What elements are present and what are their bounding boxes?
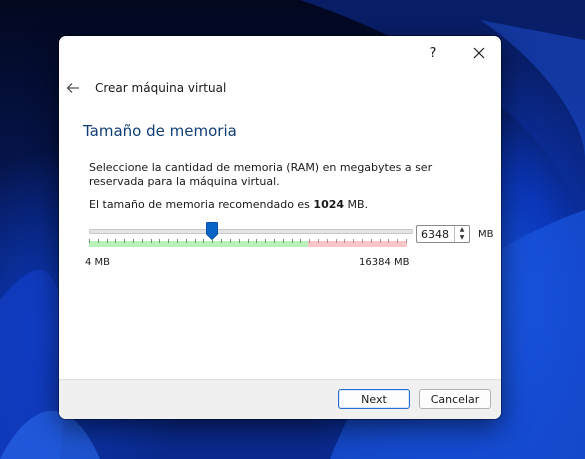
close-button[interactable] <box>459 40 499 66</box>
slider-tick <box>344 239 346 243</box>
slider-tick <box>221 239 223 243</box>
slider-tick <box>256 239 258 243</box>
range-max-label: 16384 MB <box>359 257 410 268</box>
slider-tick <box>97 239 99 243</box>
help-label: ? <box>429 45 437 61</box>
slider-tick <box>185 239 187 243</box>
slider-tick <box>406 239 407 243</box>
spin-arrows: ▲ ▼ <box>454 226 469 242</box>
slider-tick <box>238 239 240 243</box>
slider-tick <box>300 239 302 243</box>
range-min-label: 4 MB <box>85 257 111 268</box>
recommend-prefix: El tamaño de memoria recomendado es <box>89 198 310 211</box>
slider-tick <box>194 239 196 243</box>
slider-tick <box>353 239 355 243</box>
memory-value-input[interactable]: 6348 <box>417 228 454 241</box>
recommend-suffix: MB. <box>347 198 369 211</box>
next-button[interactable]: Next <box>338 389 410 409</box>
slider-tick <box>265 239 267 243</box>
slider-tick <box>379 239 381 243</box>
slider-tick <box>370 239 372 243</box>
slider-ticks <box>89 239 407 246</box>
back-button[interactable] <box>65 80 81 96</box>
slider-tick <box>89 239 90 243</box>
slider-tick <box>203 239 205 243</box>
slider-tick <box>115 239 117 243</box>
slider-tick <box>106 239 108 243</box>
create-vm-dialog: ? Crear máquina virtual Tamaño de memori… <box>59 36 501 419</box>
slider-tick <box>150 239 152 243</box>
cancel-button[interactable]: Cancelar <box>419 389 491 409</box>
memory-unit-label: MB <box>478 229 494 240</box>
arrow-left-icon <box>66 83 79 93</box>
close-icon <box>473 47 485 59</box>
slider-tick <box>133 239 135 243</box>
wizard-title: Crear máquina virtual <box>95 81 227 95</box>
slider-tick <box>247 239 249 243</box>
slider-tick <box>326 239 328 243</box>
slider-tick <box>388 239 390 243</box>
slider-tick <box>282 239 284 243</box>
memory-slider-track[interactable] <box>89 229 413 234</box>
slider-tick <box>273 239 275 243</box>
slider-tick <box>309 239 311 243</box>
triangle-up-icon[interactable]: ▲ <box>455 226 469 234</box>
recommended-memory-text: El tamaño de memoria recomendado es 1024… <box>89 198 368 211</box>
slider-tick <box>212 239 214 243</box>
slider-tick <box>229 239 231 243</box>
slider-tick <box>397 239 399 243</box>
slider-tick <box>168 239 170 243</box>
slider-tick <box>141 239 143 243</box>
recommend-value: 1024 <box>313 198 345 211</box>
memory-spinbox[interactable]: 6348 ▲ ▼ <box>416 225 470 243</box>
slider-tick <box>159 239 161 243</box>
slider-tick <box>361 239 363 243</box>
memory-slider-thumb[interactable] <box>206 222 219 240</box>
triangle-down-icon[interactable]: ▼ <box>455 234 469 242</box>
help-button[interactable]: ? <box>413 40 453 66</box>
slider-tick <box>291 239 293 243</box>
slider-tick <box>335 239 337 243</box>
slider-tick <box>177 239 179 243</box>
page-title: Tamaño de memoria <box>83 122 237 140</box>
memory-description: Seleccione la cantidad de memoria (RAM) … <box>89 161 433 188</box>
slider-tick <box>124 239 126 243</box>
slider-tick <box>317 239 319 243</box>
